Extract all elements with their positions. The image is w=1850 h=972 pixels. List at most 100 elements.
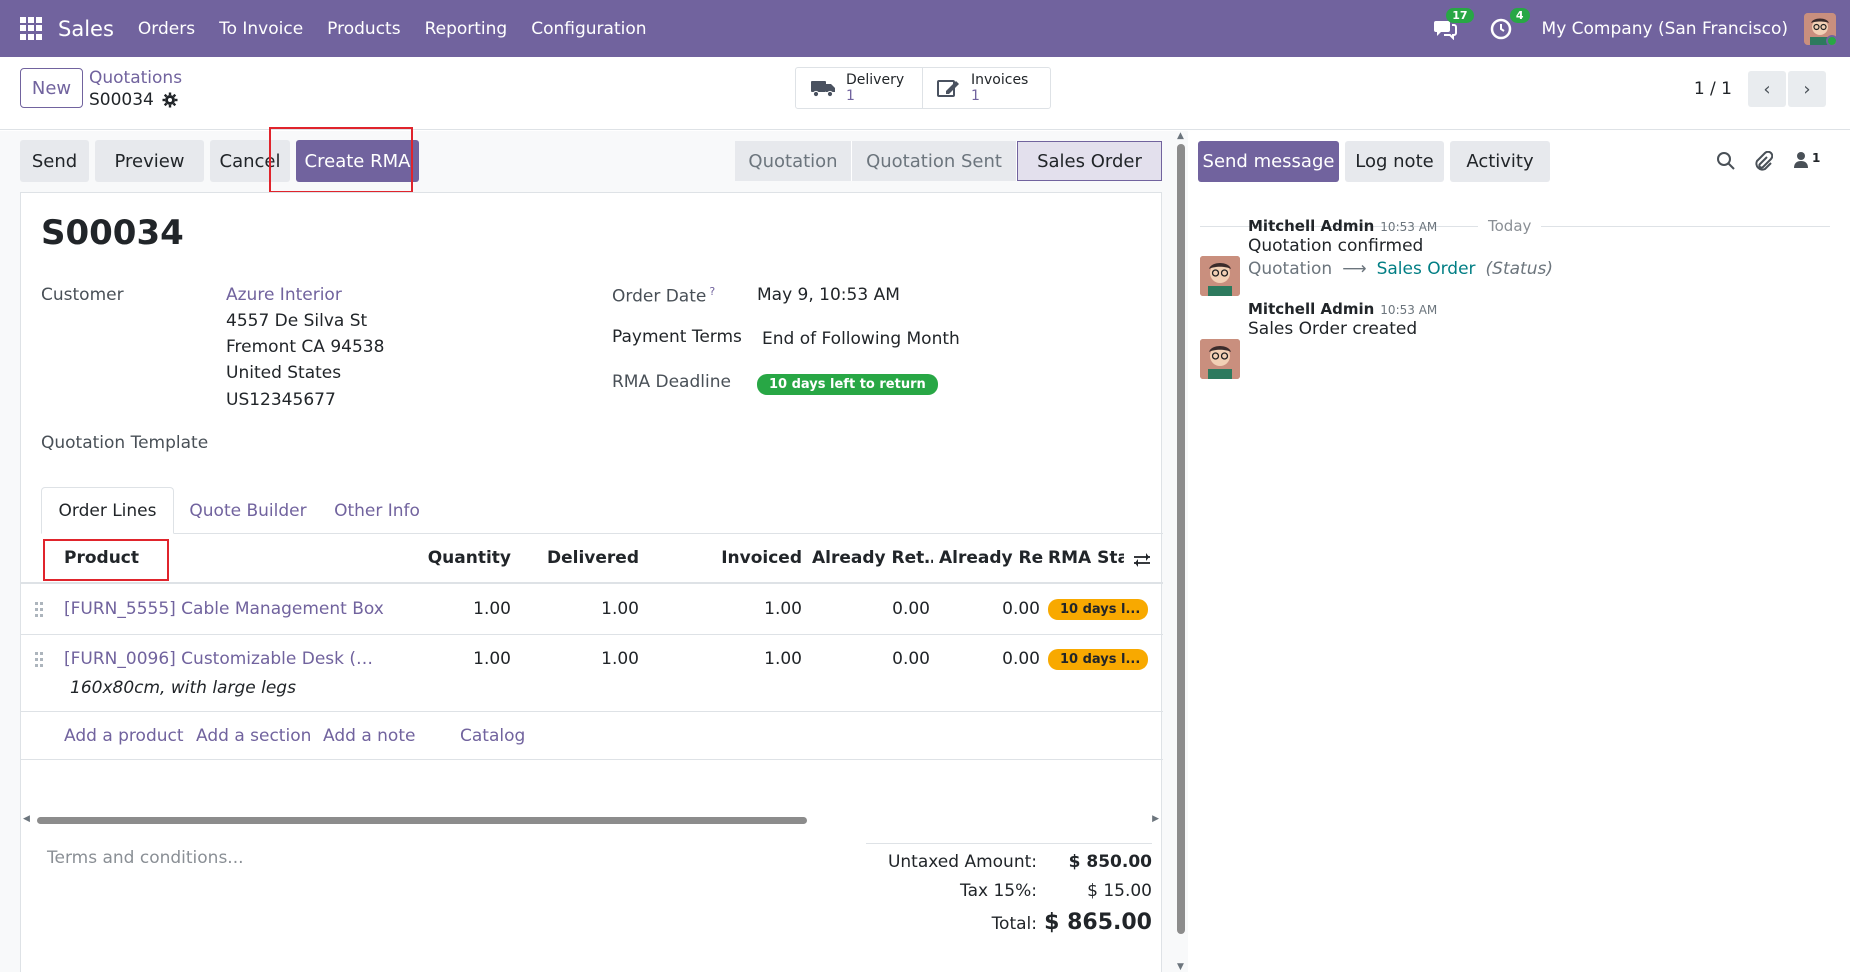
invoice-icon <box>937 80 959 97</box>
tab-order-lines[interactable]: Order Lines <box>41 487 174 534</box>
pager-next-button[interactable]: › <box>1788 71 1826 107</box>
delivery-smart-button[interactable]: Delivery 1 <box>796 68 923 108</box>
menu-configuration[interactable]: Configuration <box>531 19 646 39</box>
column-header-delivered[interactable]: Delivered <box>524 548 639 568</box>
send-button[interactable]: Send <box>20 140 89 182</box>
column-header-quantity[interactable]: Quantity <box>406 548 511 568</box>
online-status-dot <box>1826 34 1836 45</box>
log-note-button[interactable]: Log note <box>1345 141 1444 182</box>
activities-count-badge: 4 <box>1509 7 1530 23</box>
column-header-invoiced[interactable]: Invoiced <box>679 548 802 568</box>
add-product-link[interactable]: Add a product <box>64 726 184 746</box>
tab-other-info[interactable]: Other Info <box>322 487 432 534</box>
form-sheet: S00034 Customer Azure Interior 4557 De S… <box>20 192 1163 972</box>
add-line-controls: Add a product Add a section Add a note C… <box>21 712 1163 760</box>
rma-deadline-label: RMA Deadline <box>612 372 731 392</box>
payment-terms-value[interactable]: End of Following Month <box>762 329 960 349</box>
help-tooltip-icon[interactable]: ? <box>709 285 715 298</box>
chevron-right-icon: › <box>1803 78 1811 100</box>
rma-status-badge: 10 days l... <box>1048 599 1148 620</box>
message-time: 10:53 AM <box>1380 303 1438 317</box>
vertical-scrollbar[interactable]: ▲ ▼ <box>1174 131 1188 972</box>
optional-columns-toggle-icon[interactable] <box>1133 552 1151 568</box>
activity-menu[interactable]: 4 <box>1486 7 1530 44</box>
smart-buttons: Delivery 1 Invoices 1 <box>795 67 1051 109</box>
horizontal-scrollbar[interactable]: ◀ ▶ <box>21 814 1163 826</box>
order-lines-header: Product Quantity Delivered Invoiced Alre… <box>21 534 1163 584</box>
horizontal-scrollbar-thumb[interactable] <box>37 817 807 824</box>
row-description[interactable]: 160x80cm, with large legs <box>70 678 296 698</box>
scroll-down-arrow-icon[interactable]: ▼ <box>1177 962 1184 972</box>
form-statusbar: Send Preview Cancel Create RMA Quotation… <box>20 127 1162 193</box>
menu-reporting[interactable]: Reporting <box>425 19 508 39</box>
row-product[interactable]: [FURN_0096] Customizable Desk (… <box>64 649 373 669</box>
customer-address-line: United States <box>226 363 342 383</box>
user-avatar[interactable] <box>1804 12 1836 45</box>
stage-quotation-sent[interactable]: Quotation Sent <box>852 141 1017 181</box>
new-button[interactable]: New <box>20 68 83 108</box>
send-message-button[interactable]: Send message <box>1198 141 1339 182</box>
pager-previous-button[interactable]: ‹ <box>1748 71 1786 107</box>
followers-count: 1 <box>1812 151 1821 165</box>
tax-value: $ 15.00 <box>1087 881 1152 901</box>
messaging-menu[interactable]: 17 <box>1430 7 1474 44</box>
apps-menu-icon[interactable] <box>20 16 44 41</box>
search-icon[interactable] <box>1716 151 1736 171</box>
message-header: Mitchell Admin 10:53 AM <box>1248 217 1437 235</box>
row-quantity[interactable]: 1.00 <box>406 649 511 669</box>
table-row[interactable]: [FURN_0096] Customizable Desk (… 160x80c… <box>21 635 1163 712</box>
app-name[interactable]: Sales <box>58 17 114 41</box>
row-already-returned: 0.00 <box>892 599 930 619</box>
menu-products[interactable]: Products <box>327 19 400 39</box>
message-body: Sales Order created <box>1248 319 1418 339</box>
row-delivered: 1.00 <box>601 649 639 669</box>
messages-count-badge: 17 <box>1446 7 1474 23</box>
menu-orders[interactable]: Orders <box>138 19 195 39</box>
message-author-name[interactable]: Mitchell Admin <box>1248 217 1374 235</box>
notebook-tabs: Order Lines Quote Builder Other Info <box>41 487 1163 534</box>
top-navbar: Sales Orders To Invoice Products Reporti… <box>0 0 1850 57</box>
user-icon <box>1794 152 1808 168</box>
add-section-link[interactable]: Add a section <box>196 726 311 746</box>
stage-sales-order[interactable]: Sales Order <box>1017 141 1162 181</box>
arrow-right-icon: ⟶ <box>1342 259 1367 279</box>
customer-label: Customer <box>41 285 124 305</box>
followers-button[interactable]: 1 <box>1793 151 1820 169</box>
invoices-label: Invoices <box>971 72 1029 88</box>
menu-to-invoice[interactable]: To Invoice <box>219 19 303 39</box>
terms-and-conditions-field[interactable]: Terms and conditions... <box>47 848 244 868</box>
vertical-scrollbar-thumb[interactable] <box>1177 144 1185 934</box>
company-switcher[interactable]: My Company (San Francisco) <box>1542 19 1788 39</box>
paperclip-icon[interactable] <box>1753 151 1773 173</box>
breadcrumb-quotations[interactable]: Quotations <box>89 68 182 88</box>
scroll-right-arrow-icon[interactable]: ▶ <box>1152 814 1159 824</box>
avatar[interactable] <box>1200 256 1240 296</box>
row-product[interactable]: [FURN_5555] Cable Management Box <box>64 599 384 619</box>
scroll-up-arrow-icon[interactable]: ▲ <box>1177 131 1184 141</box>
row-delivered: 1.00 <box>601 599 639 619</box>
tab-quote-builder[interactable]: Quote Builder <box>184 487 312 534</box>
drag-handle-icon[interactable] <box>35 602 43 618</box>
preview-button[interactable]: Preview <box>95 140 204 182</box>
customer-link[interactable]: Azure Interior <box>226 285 342 305</box>
table-row[interactable]: [FURN_5555] Cable Management Box 1.00 1.… <box>21 585 1163 635</box>
add-note-link[interactable]: Add a note <box>323 726 415 746</box>
column-header-rma-status[interactable]: RMA Stat <box>1048 548 1124 568</box>
avatar[interactable] <box>1200 339 1240 379</box>
message-author-name[interactable]: Mitchell Admin <box>1248 300 1374 318</box>
stage-quotation[interactable]: Quotation <box>735 141 852 181</box>
scroll-left-arrow-icon[interactable]: ◀ <box>23 814 30 824</box>
catalog-link[interactable]: Catalog <box>460 726 525 746</box>
pager-value[interactable]: 1 / 1 <box>1694 79 1732 99</box>
row-quantity[interactable]: 1.00 <box>406 599 511 619</box>
order-date-value[interactable]: May 9, 10:53 AM <box>757 285 900 305</box>
activity-button[interactable]: Activity <box>1450 141 1550 182</box>
order-reference-title: S00034 <box>41 213 184 253</box>
invoices-smart-button[interactable]: Invoices 1 <box>923 68 1050 108</box>
tax-label: Tax 15%: <box>960 881 1037 901</box>
drag-handle-icon[interactable] <box>35 652 43 668</box>
rma-deadline-badge: 10 days left to return <box>757 374 938 395</box>
gear-icon[interactable] <box>162 92 178 108</box>
column-header-already-received[interactable]: Already Re… <box>939 548 1043 568</box>
column-header-already-returned[interactable]: Already Ret… <box>812 548 933 568</box>
